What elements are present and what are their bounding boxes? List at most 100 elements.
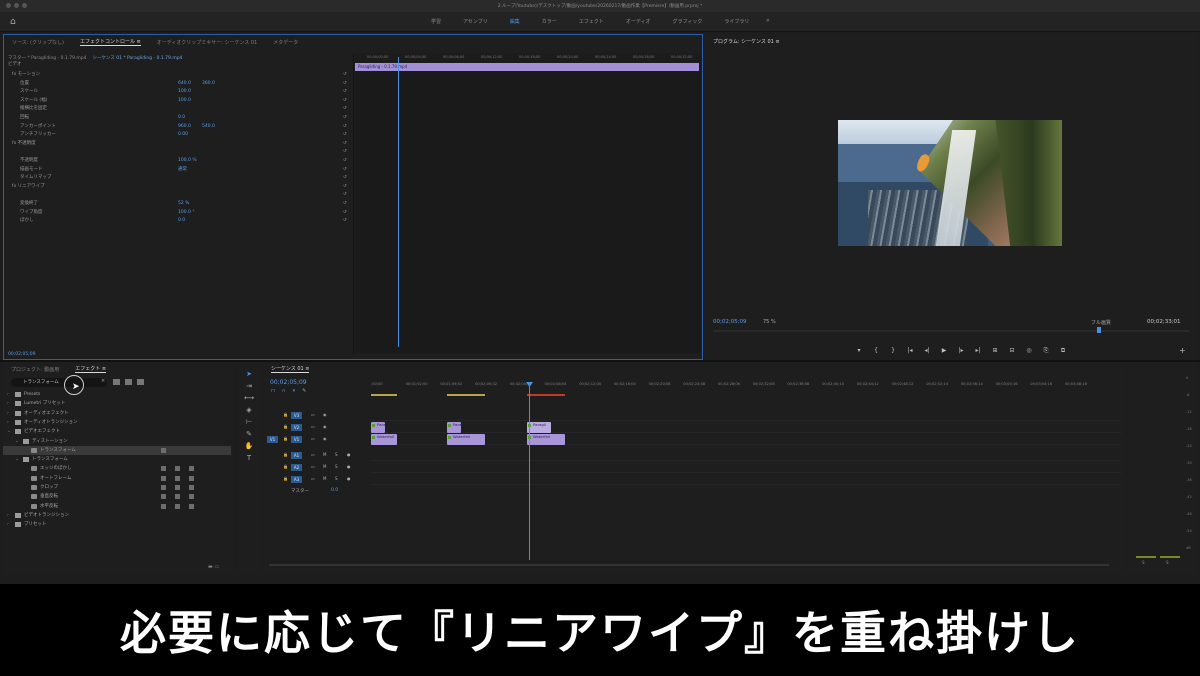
effect-property-row[interactable]: 位置 640.0 360.0 ↺ — [4, 80, 350, 88]
new-bin-icon[interactable]: ▬ ▭ — [208, 564, 219, 570]
effects-tree-folder[interactable]: › プリセット — [3, 520, 231, 529]
effect-property-row[interactable]: スケール (幅) 100.0 ↺ — [4, 97, 350, 105]
reset-parameter-icon[interactable]: ↺ — [343, 191, 347, 199]
timeline-clip[interactable]: Paragli — [527, 422, 551, 433]
effect-property-value[interactable]: 0.00 — [178, 131, 188, 139]
reset-parameter-icon[interactable]: ↺ — [343, 209, 347, 217]
effect-property-value[interactable]: 100.0 — [178, 97, 191, 105]
track-name-a2[interactable]: A2 — [291, 464, 302, 471]
effect-property-value[interactable]: 52 % — [178, 200, 189, 208]
tab-audio-clip-mixer[interactable]: オーディオクリップミキサー: シーケンス 01 — [157, 39, 258, 46]
extract-icon[interactable]: ⊟ — [1008, 347, 1016, 355]
effects-tree-folder[interactable]: › ビデオトランジション — [3, 511, 231, 520]
timeline-clip[interactable]: Paragli — [371, 422, 385, 433]
ripple-edit-tool-icon[interactable]: ⟷ — [244, 394, 254, 402]
track-name-v2[interactable]: V2 — [291, 424, 302, 431]
effect-property-row[interactable]: アンカーポイント 960.0 540.0 ↺ — [4, 123, 350, 131]
hand-tool-icon[interactable]: ✋ — [244, 442, 254, 450]
effect-property-value[interactable]: 通常 — [178, 166, 187, 174]
chevron-down-icon[interactable]: ⌄ — [7, 427, 11, 436]
effect-property-row[interactable]: ↺ — [4, 191, 350, 199]
effects-tree-folder[interactable]: ⌄ ディストーション — [3, 437, 231, 446]
solo-icon[interactable]: S — [335, 476, 338, 481]
step-forward-icon[interactable]: |▸ — [957, 347, 965, 355]
program-timecode[interactable]: 00;02;05;09 — [713, 319, 747, 325]
effect-property-value[interactable]: 640.0 — [178, 80, 191, 88]
lock-icon[interactable]: 🔒 — [283, 464, 288, 469]
track-select-tool-icon[interactable]: ⇥ — [244, 382, 254, 390]
multi-view-icon[interactable]: ⧉ — [1059, 347, 1067, 355]
timeline-clip[interactable]: Waterfall — [371, 434, 397, 445]
track-header-a2[interactable]: A2 🔒 ▭ M S ● — [263, 462, 371, 473]
effect-property-row[interactable]: 変換終了 52 % ↺ — [4, 200, 350, 208]
effect-property-row[interactable]: スケール 100.0 ↺ — [4, 88, 350, 96]
chevron-right-icon[interactable]: › — [7, 511, 9, 520]
chevron-right-icon[interactable]: › — [7, 390, 9, 399]
chevron-down-icon[interactable]: ⌄ — [15, 437, 19, 446]
reset-parameter-icon[interactable]: ↺ — [343, 97, 347, 105]
export-frame-icon[interactable]: ◎ — [1025, 347, 1033, 355]
eye-icon[interactable]: ◉ — [323, 424, 327, 429]
eye-icon[interactable]: ◉ — [323, 412, 327, 417]
reset-parameter-icon[interactable]: ↺ — [343, 140, 347, 148]
accelerated-effects-icon[interactable] — [113, 379, 120, 385]
effects-search-input[interactable]: トランスフォーム — [11, 378, 107, 387]
effects-tree-folder[interactable]: › Presets — [3, 390, 231, 399]
effects-tree-folder[interactable]: › オーディオトランジション — [3, 418, 231, 427]
effect-timeline-clip[interactable]: Paragliding - 0.1.79.mp4 — [355, 63, 699, 71]
mic-icon[interactable]: ● — [347, 452, 351, 457]
snap-icon[interactable]: ⊓ — [271, 388, 275, 394]
track-lane[interactable] — [371, 474, 1121, 485]
add-marker-icon[interactable]: ▾ — [855, 347, 863, 355]
selection-tool-icon[interactable]: ➤ — [244, 370, 254, 378]
workspace-more-button[interactable]: » — [766, 17, 770, 24]
track-name-v3[interactable]: V3 — [291, 412, 302, 419]
timeline-clip[interactable]: Waterfall — [527, 434, 565, 445]
sync-icon[interactable]: ▭ — [311, 476, 315, 481]
track-name-a3[interactable]: A3 — [291, 476, 302, 483]
chevron-right-icon[interactable]: › — [7, 520, 9, 529]
effects-tree-effect[interactable]: オートフレーム — [3, 474, 231, 483]
play-icon[interactable]: ▶ — [940, 347, 948, 355]
effects-tree-effect[interactable]: クロップ — [3, 483, 231, 492]
effects-tree-folder[interactable]: ⌄ ビデオエフェクト — [3, 427, 231, 436]
reset-parameter-icon[interactable]: ↺ — [343, 88, 347, 96]
chevron-right-icon[interactable]: › — [7, 399, 9, 408]
effect-property-value[interactable]: 100.0 % — [178, 157, 197, 165]
track-lane[interactable] — [371, 422, 1121, 433]
effects-tree-effect[interactable]: 水平反転 — [3, 502, 231, 511]
slip-tool-icon[interactable]: ⊢ — [244, 418, 254, 426]
reset-parameter-icon[interactable]: ↺ — [343, 183, 347, 191]
effect-timeline-ruler[interactable]: 00;00;00;00 00;00;04;00 00;00;08;00 00;00;1… — [355, 53, 701, 63]
track-name-v1[interactable]: V1 — [291, 436, 302, 443]
track-header-v1[interactable]: V1 V1 🔒 ▭ ◉ — [263, 434, 371, 445]
effect-property-value-2[interactable]: 360.0 — [202, 80, 215, 88]
tab-project[interactable]: プロジェクト: 動画用 — [11, 366, 59, 373]
workspace-tab-assembly[interactable]: アセンブリ — [452, 18, 499, 26]
track-name-a1[interactable]: A1 — [291, 452, 302, 459]
effects-tree-folder[interactable]: › Lumetri プリセット — [3, 399, 231, 408]
lock-icon[interactable]: 🔒 — [283, 436, 288, 441]
effect-property-row[interactable]: アンチフリッカー 0.00 ↺ — [4, 131, 350, 139]
timeline-ruler[interactable]: ;00;00 00;01;52;00 00;01;56;02 00;02;00;02 0… — [371, 380, 1121, 396]
button-editor-icon[interactable]: + — [1179, 346, 1186, 355]
clear-search-icon[interactable]: × — [101, 378, 105, 384]
reset-parameter-icon[interactable]: ↺ — [343, 200, 347, 208]
effect-property-row[interactable]: タイムリマップ ↺ — [4, 174, 350, 182]
reset-parameter-icon[interactable]: ↺ — [343, 217, 347, 225]
reset-parameter-icon[interactable]: ↺ — [343, 157, 347, 165]
lock-icon[interactable]: 🔒 — [283, 412, 288, 417]
go-to-in-icon[interactable]: |◂ — [906, 347, 914, 355]
master-track-header[interactable]: マスター 0.0 — [263, 486, 371, 497]
linked-selection-icon[interactable]: ∩ — [282, 388, 286, 394]
chevron-down-icon[interactable]: ⌄ — [15, 455, 19, 464]
track-header-a3[interactable]: A3 🔒 ▭ M S ● — [263, 474, 371, 485]
chevron-right-icon[interactable]: › — [7, 409, 9, 418]
timeline-clip[interactable]: Paragl — [447, 422, 461, 433]
reset-parameter-icon[interactable]: ↺ — [343, 123, 347, 131]
reset-parameter-icon[interactable]: ↺ — [343, 131, 347, 139]
workspace-tab-audio[interactable]: オーディオ — [615, 18, 662, 26]
mute-icon[interactable]: M — [323, 464, 326, 469]
mute-icon[interactable]: M — [323, 476, 326, 481]
solo-icon[interactable]: S — [335, 464, 338, 469]
